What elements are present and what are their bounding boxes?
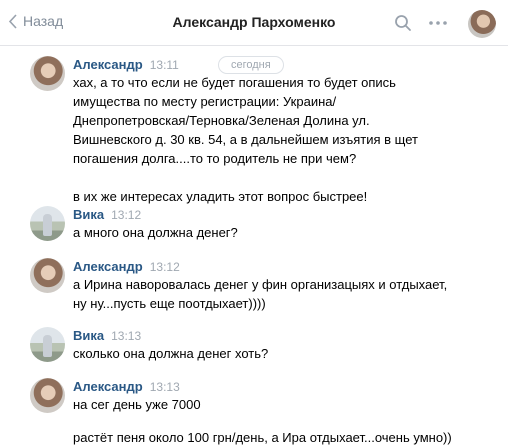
message-time: 13:12 [149,260,180,274]
author-name[interactable]: Александр [73,259,143,274]
avatar[interactable] [30,378,65,413]
message-meta: Александр 13:12 [73,259,180,274]
message-text: сколько она должна денег хоть? [73,346,269,361]
avatar[interactable] [30,258,65,293]
avatar[interactable] [30,206,65,241]
message-text: а много она должна денег? [73,225,238,240]
message-meta: Вика 13:12 [73,207,141,222]
message-meta: Александр 13:11 [73,57,179,72]
author-name[interactable]: Александр [73,57,143,72]
chat-header: Назад Александр Пархоменко [0,0,508,46]
avatar[interactable] [30,327,65,362]
more-options-icon[interactable] [428,20,448,26]
message-text: а Ирина наворовалась денег у фин организ… [73,277,448,311]
message-time: 13:11 [149,58,179,72]
message-text: хах, а то что если не будет погашения то… [73,75,418,204]
message-meta: Вика 13:13 [73,328,141,343]
message-meta: Александр 13:13 [73,379,180,394]
avatar[interactable] [30,56,65,91]
date-divider: сегодня [218,56,284,74]
author-name[interactable]: Вика [73,207,104,222]
message-time: 13:13 [111,329,142,343]
author-name[interactable]: Александр [73,379,143,394]
search-icon[interactable] [394,14,412,32]
message-text: на сег день уже 7000 растёт пеня около 1… [73,397,452,445]
header-avatar[interactable] [468,10,496,38]
message-time: 13:13 [149,380,180,394]
message-time: 13:12 [111,208,142,222]
author-name[interactable]: Вика [73,328,104,343]
